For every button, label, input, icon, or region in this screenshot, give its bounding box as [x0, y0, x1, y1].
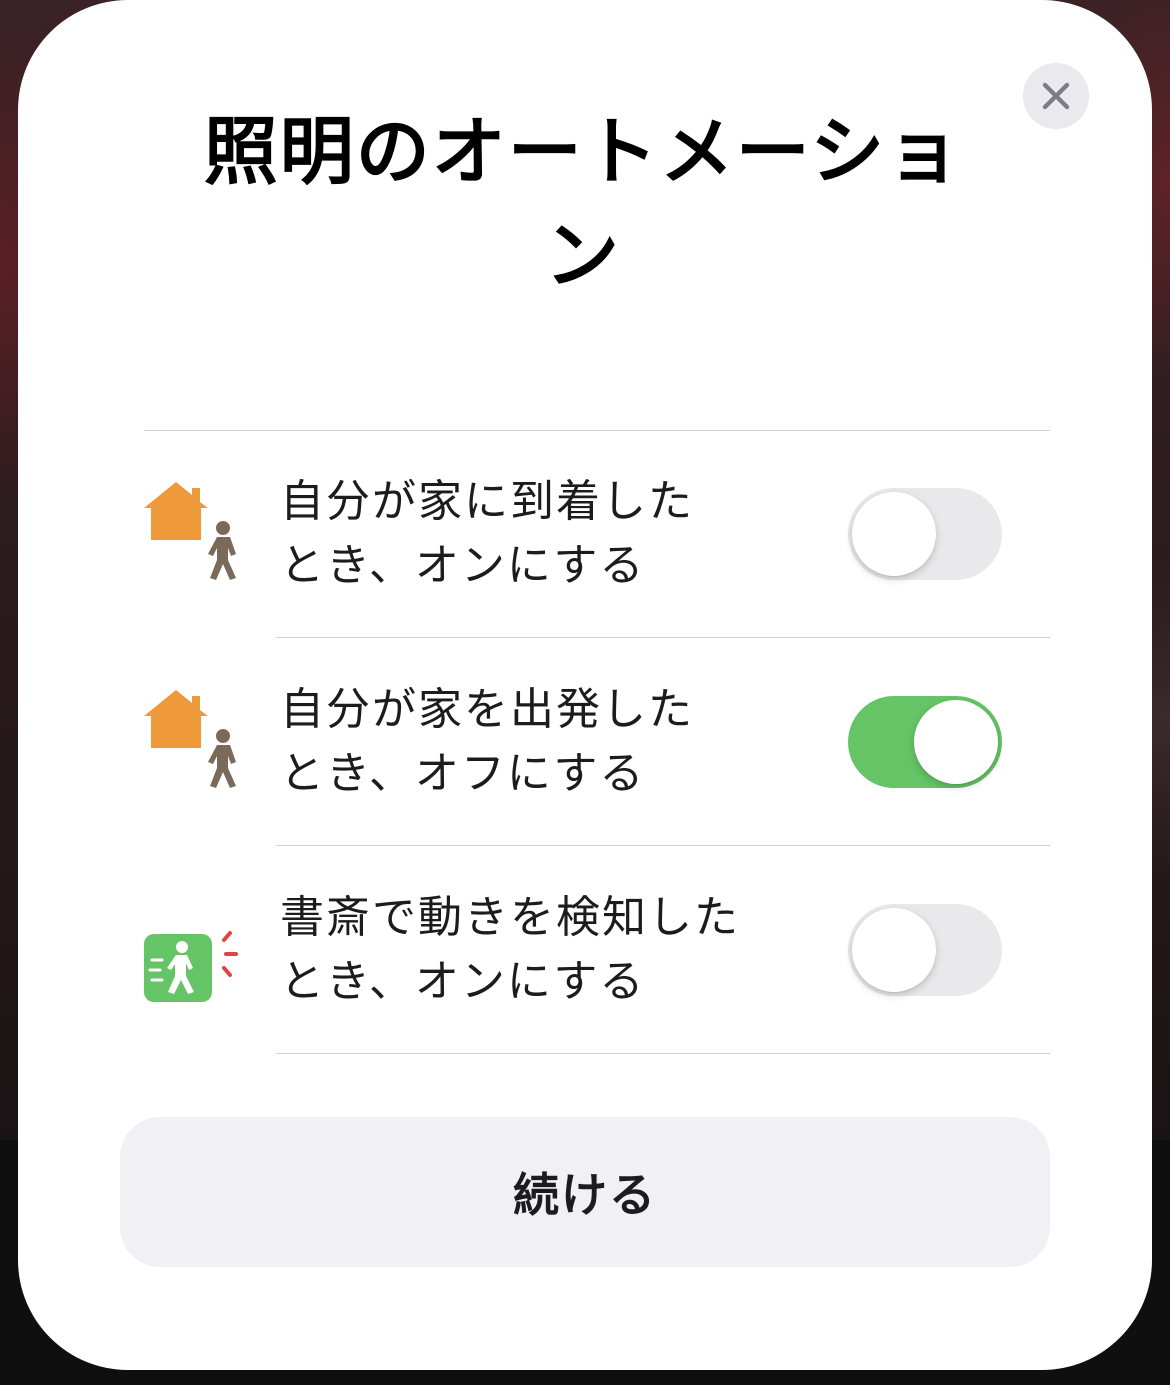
continue-button[interactable]: 続ける: [120, 1117, 1050, 1267]
automation-label: 自分が家を出発した とき、オフにする: [280, 678, 780, 806]
home-arrive-person-icon: [144, 482, 236, 580]
automation-label-line2: とき、オンにする: [280, 956, 646, 1007]
page-title: 照明のオートメーション: [203, 109, 963, 299]
home-leave-person-icon: [144, 690, 236, 788]
automation-label: 自分が家に到着した とき、オンにする: [280, 470, 780, 598]
list-item-arrive-home: 自分が家に到着した とき、オンにする: [144, 430, 1050, 638]
automation-toggle-leave-home[interactable]: [848, 696, 1002, 788]
xmark-icon: [1042, 82, 1070, 110]
toggle-knob: [852, 492, 936, 576]
list-item-leave-home: 自分が家を出発した とき、オフにする: [144, 638, 1050, 846]
automation-label: 書斎で動きを検知した とき、オンにする: [280, 886, 780, 1014]
toggle-knob: [914, 700, 998, 784]
automation-toggle-motion-study[interactable]: [848, 904, 1002, 996]
list-item-motion-study: 書斎で動きを検知した とき、オンにする: [144, 846, 1050, 1054]
automation-label-line1: 自分が家を出発した: [280, 684, 694, 735]
motion-sensor-icon: [144, 931, 238, 1002]
divider: [276, 1053, 1050, 1054]
automation-sheet: 照明のオートメーション 自分が家に到着した とき、オンにする 自分が家を出発した…: [18, 0, 1152, 1370]
automation-label-line1: 自分が家に到着した: [280, 476, 694, 527]
automation-label-line2: とき、オフにする: [280, 748, 646, 799]
automation-label-line1: 書斎で動きを検知した: [280, 892, 740, 943]
toggle-knob: [852, 908, 936, 992]
close-button[interactable]: [1023, 63, 1089, 129]
automation-label-line2: とき、オンにする: [280, 540, 646, 591]
automation-toggle-arrive-home[interactable]: [848, 488, 1002, 580]
